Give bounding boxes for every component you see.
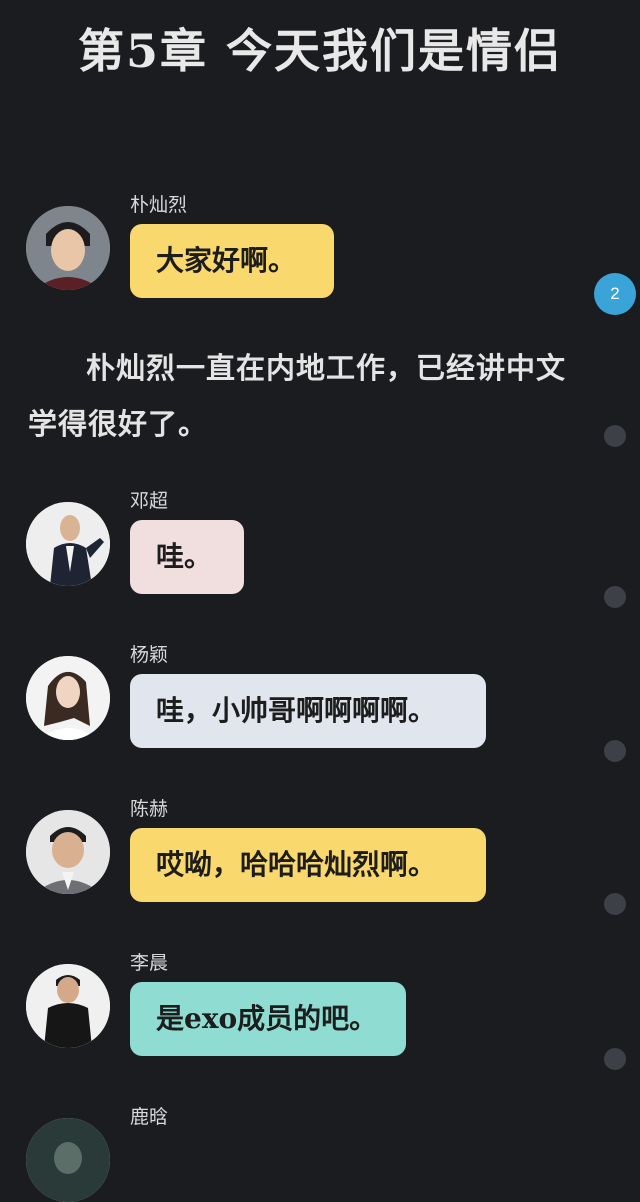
sender-name: 陈赫 — [130, 798, 169, 820]
avatar[interactable] — [26, 656, 110, 740]
sender-name: 朴灿烈 — [130, 194, 188, 216]
avatar[interactable] — [26, 810, 110, 894]
sender-name: 李晨 — [130, 952, 169, 974]
message-bubble[interactable]: 大家好啊。 — [130, 224, 334, 298]
chat-message: 朴灿烈 大家好啊。 — [26, 190, 586, 310]
comment-count-badge[interactable]: 2 — [594, 273, 636, 315]
message-comment-dot[interactable] — [604, 893, 626, 915]
avatar[interactable] — [26, 1118, 110, 1202]
message-comment-dot[interactable] — [604, 586, 626, 608]
sender-name: 杨颖 — [130, 644, 169, 666]
message-comment-dot[interactable] — [604, 1048, 626, 1070]
message-comment-dot[interactable] — [604, 740, 626, 762]
message-bubble[interactable]: 是exo成员的吧。 — [130, 982, 406, 1056]
chat-message: 杨颖 哇，小帅哥啊啊啊啊。 — [26, 640, 586, 760]
paragraph-comment-dot[interactable] — [604, 425, 626, 447]
sender-name: 邓超 — [130, 490, 169, 512]
avatar[interactable] — [26, 502, 110, 586]
message-bubble[interactable]: 哎呦，哈哈哈灿烈啊。 — [130, 828, 486, 902]
chapter-title: 第5章 今天我们是情侣 — [77, 24, 563, 78]
chat-message: 陈赫 哎呦，哈哈哈灿烈啊。 — [26, 794, 586, 914]
avatar[interactable] — [26, 206, 110, 290]
message-bubble[interactable]: 哇。 — [130, 520, 244, 594]
chat-message: 鹿晗 — [26, 1102, 586, 1202]
message-bubble[interactable]: 哇，小帅哥啊啊啊啊。 — [130, 674, 486, 748]
chat-message: 邓超 哇。 — [26, 486, 586, 606]
sender-name: 鹿晗 — [130, 1106, 169, 1128]
chat-message: 李晨 是exo成员的吧。 — [26, 948, 586, 1068]
narration-paragraph: 朴灿烈一直在内地工作，已经讲中文学得很好了。 — [28, 351, 567, 441]
avatar[interactable] — [26, 964, 110, 1048]
